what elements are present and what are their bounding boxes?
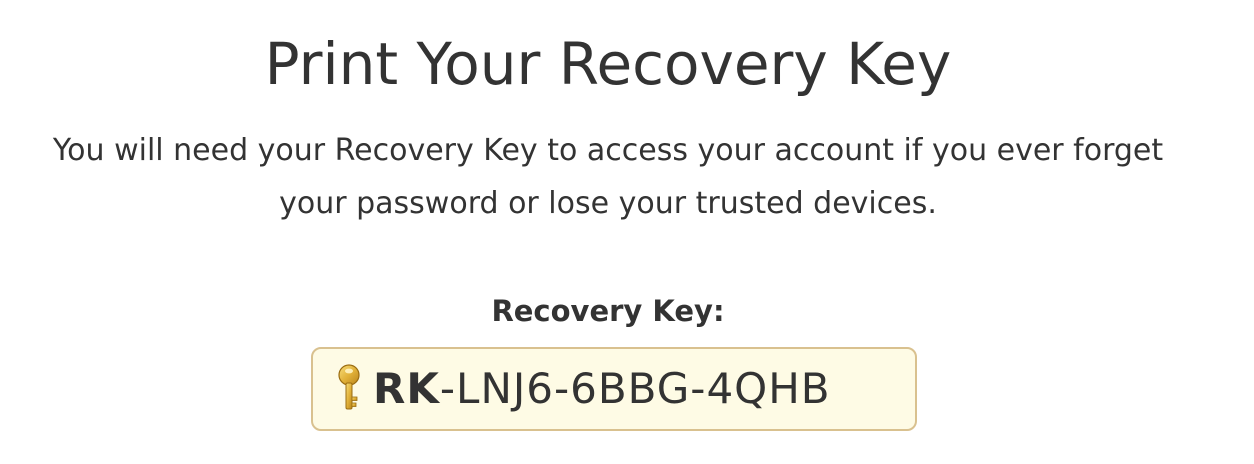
key-icon (335, 364, 367, 414)
recovery-key-value: -LNJ6-6BBG-4QHB (439, 364, 831, 413)
recovery-key-label: Recovery Key: (491, 294, 725, 328)
page-description: You will need your Recovery Key to acces… (52, 133, 1164, 221)
recovery-key-page: Print Your Recovery Key You will need yo… (0, 0, 1254, 464)
recovery-key-text: RK-LNJ6-6BBG-4QHB (373, 364, 831, 414)
recovery-key-box: RK-LNJ6-6BBG-4QHB (311, 347, 917, 431)
recovery-key-prefix: RK (373, 364, 440, 413)
page-title: Print Your Recovery Key (264, 30, 952, 98)
